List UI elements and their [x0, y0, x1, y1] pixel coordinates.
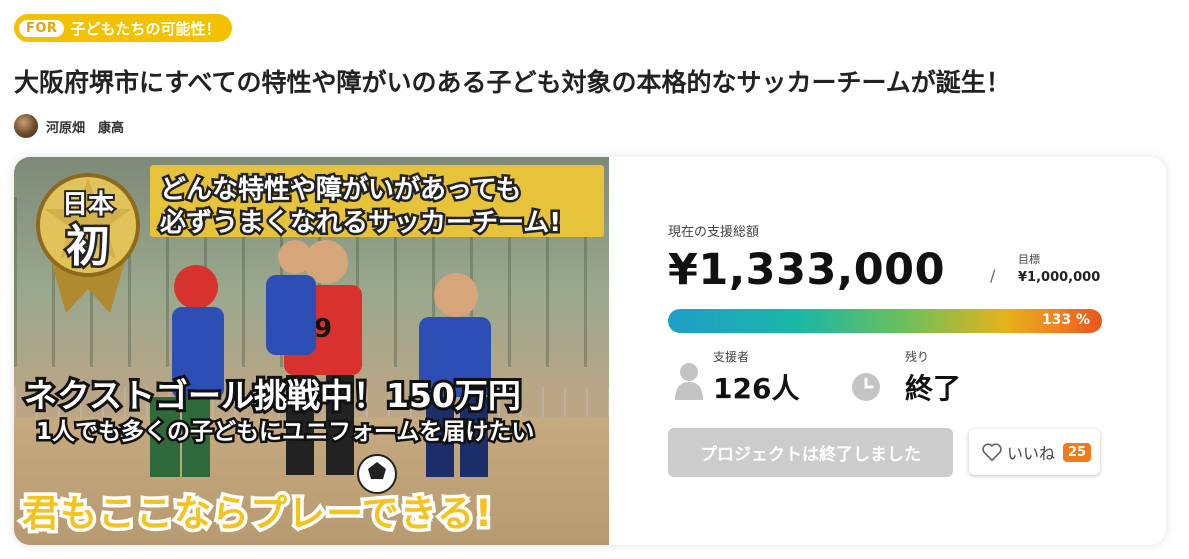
project-ended-button[interactable]: プロジェクトは終了しました [668, 428, 953, 477]
for-label: FOR [19, 19, 65, 37]
backers-value: 126人 [713, 372, 800, 405]
goal-label: 目標 [1018, 253, 1040, 266]
remaining-value: 終了 [905, 372, 962, 405]
amount-value: ¥1,333,000 [668, 245, 946, 295]
amount-separator: / [990, 266, 996, 285]
hero-next-goal: ネクストゴール挑戦中！150万円 [21, 373, 524, 418]
badge-line1: 日本 [62, 190, 114, 220]
for-tag[interactable]: FOR 子どもたちの可能性！ [14, 14, 233, 42]
badge-line2: 初 [66, 221, 110, 272]
project-card: 9 日本 初 どんな特性や障がいがあっても 必ずうまくなれるサッカーチーム! ネ… [14, 157, 1166, 545]
author[interactable]: 河原畑 康高 [14, 114, 124, 138]
like-button[interactable]: いいね 25 [969, 429, 1100, 475]
badge-medal-icon: 日本 初 [36, 173, 140, 313]
heart-icon [982, 443, 1002, 462]
hero-image: 9 日本 初 どんな特性や障がいがあっても 必ずうまくなれるサッカーチーム! ネ… [14, 157, 609, 545]
tag-text: 子どもたちの可能性！ [70, 19, 221, 38]
avatar [14, 114, 38, 138]
hero-slogan: 君もここならプレーできる! [19, 489, 496, 539]
like-label: いいね [1007, 444, 1056, 463]
clock-icon [852, 373, 880, 401]
amount-label: 現在の支援総額 [668, 225, 760, 240]
bib-number: 9 [314, 314, 332, 344]
progress-percent: 133 % [1041, 312, 1090, 328]
funding-panel: 現在の支援総額 ¥1,333,000 / 目標 ¥1,000,000 133 %… [609, 157, 1166, 545]
hero-subtitle: 1人でも多くの子どもにユニフォームを届けたい [33, 417, 536, 448]
progress-bar: 133 % [668, 309, 1102, 333]
page-title: 大阪府堺市にすべての特性や障がいのある子ども対象の本格的なサッカーチームが誕生！ [14, 68, 1011, 97]
hero-banner: どんな特性や障がいがあっても 必ずうまくなれるサッカーチーム! [150, 165, 604, 241]
author-name: 河原畑 康高 [46, 120, 125, 136]
like-count: 25 [1063, 442, 1092, 462]
banner-line1: どんな特性や障がいがあっても [157, 173, 523, 208]
banner-line2: 必ずうまくなれるサッカーチーム! [157, 206, 563, 241]
person-icon [675, 363, 703, 400]
goal-value: ¥1,000,000 [1018, 270, 1101, 285]
backers-label: 支援者 [713, 350, 750, 364]
remaining-label: 残り [905, 350, 930, 364]
